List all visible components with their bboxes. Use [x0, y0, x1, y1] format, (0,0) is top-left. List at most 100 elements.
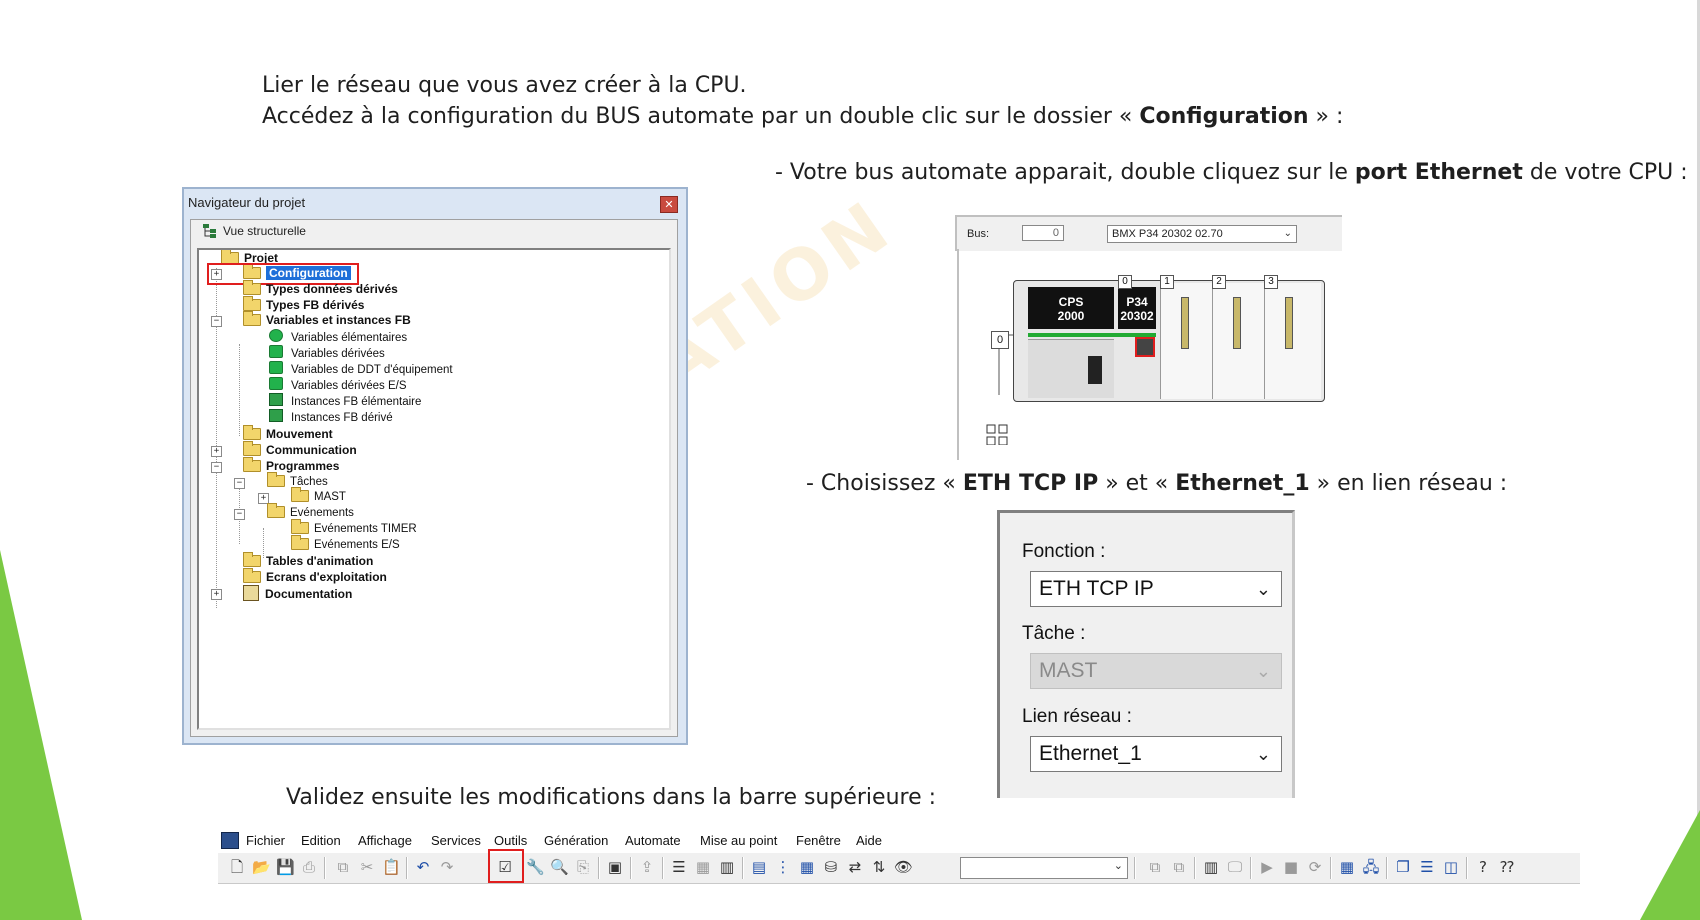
- expand-icon[interactable]: +: [211, 446, 222, 457]
- new-file-icon[interactable]: 🗋: [228, 858, 246, 876]
- menu-services[interactable]: Services: [431, 833, 481, 848]
- structural-view-tab[interactable]: Vue structurelle: [203, 224, 306, 238]
- toolbar-separator: [1134, 857, 1136, 879]
- open-folder-icon[interactable]: 📂: [252, 858, 271, 876]
- help-icon[interactable]: ?: [1474, 858, 1492, 876]
- tree-item-instances-elementaire[interactable]: Instances FB élémentaire: [269, 393, 421, 409]
- expand-icon[interactable]: +: [211, 589, 222, 600]
- undo-icon[interactable]: ↶: [414, 858, 432, 876]
- io-slot-1[interactable]: [1160, 283, 1213, 399]
- network-icon[interactable]: ⧉: [1146, 858, 1164, 876]
- slot-number: 3: [1264, 275, 1278, 289]
- tree-item-programmes[interactable]: Programmes: [243, 457, 339, 474]
- toolbar-separator: [1194, 857, 1196, 879]
- bus-toolbar: Bus: 0 BMX P34 20302 02.70 ⌄: [955, 215, 1342, 251]
- ethernet-port[interactable]: [1135, 337, 1155, 357]
- toolbar-combobox[interactable]: ⌄: [960, 857, 1128, 879]
- power-supply-module[interactable]: CPS 2000: [1028, 287, 1114, 329]
- print-icon[interactable]: ⎙: [300, 858, 318, 876]
- network2-icon[interactable]: ⧉: [1170, 858, 1188, 876]
- close-icon[interactable]: ✕: [660, 196, 678, 213]
- tree-item-evenements-es[interactable]: Evénements E/S: [291, 535, 400, 553]
- connect-icon[interactable]: ⇄: [846, 858, 864, 876]
- collapse-icon[interactable]: −: [211, 462, 222, 473]
- fonction-select[interactable]: ETH TCP IP ⌄: [1030, 571, 1282, 607]
- collapse-icon[interactable]: −: [211, 316, 222, 327]
- tree-item-variables[interactable]: Variables et instances FB: [243, 311, 411, 328]
- cpu-module[interactable]: P34 20302: [1118, 287, 1156, 329]
- tree-item-label: Variables et instances FB: [266, 313, 411, 327]
- tree-item-evenements-timer[interactable]: Evénements TIMER: [291, 519, 417, 537]
- tree-item-mast[interactable]: MAST: [291, 487, 346, 505]
- save-icon[interactable]: 💾: [276, 858, 295, 876]
- processor-select[interactable]: BMX P34 20302 02.70 ⌄: [1107, 225, 1297, 243]
- lien-reseau-select[interactable]: Ethernet_1 ⌄: [1030, 736, 1282, 772]
- monitor-icon[interactable]: 🖵: [1226, 858, 1244, 876]
- tree-item-variables-derivees[interactable]: Variables dérivées: [269, 345, 385, 361]
- screen-icon[interactable]: ▣: [606, 858, 624, 876]
- menu-fichier[interactable]: Fichier: [246, 833, 285, 848]
- run-icon[interactable]: ▶: [1258, 858, 1276, 876]
- refresh-icon[interactable]: ⟳: [1306, 858, 1324, 876]
- folder-open-icon: [243, 311, 261, 326]
- slot-number: 1: [1160, 275, 1174, 289]
- replace-icon[interactable]: ⎘: [574, 858, 592, 876]
- cut-icon[interactable]: ✂: [358, 858, 376, 876]
- simulation-icon[interactable]: ▦: [1338, 858, 1356, 876]
- tree-item-instances-derive[interactable]: Instances FB dérivé: [269, 409, 393, 425]
- database-icon[interactable]: ⛁: [822, 858, 840, 876]
- collapse-icon[interactable]: −: [234, 478, 245, 489]
- tree-item-variables-ddt[interactable]: Variables de DDT d'équipement: [269, 361, 453, 377]
- module-icon[interactable]: ▥: [1202, 858, 1220, 876]
- paste-icon[interactable]: 📋: [382, 858, 401, 876]
- io-slot-3[interactable]: [1264, 283, 1321, 399]
- cascade-windows-icon[interactable]: ❐: [1394, 858, 1412, 876]
- tree-item-ecrans[interactable]: Ecrans d'exploitation: [243, 568, 387, 585]
- bus-address-box: 0: [991, 331, 1009, 349]
- search-icon[interactable]: 🔍: [550, 858, 569, 876]
- collapse-icon[interactable]: −: [234, 509, 245, 520]
- analyze-icon[interactable]: 🔧: [526, 858, 545, 876]
- menu-affichage[interactable]: Affichage: [358, 833, 412, 848]
- tree-item-types-fb[interactable]: Types FB dérivés: [243, 296, 364, 313]
- copy-icon[interactable]: ⧉: [334, 858, 352, 876]
- window-icon[interactable]: ▤: [750, 858, 768, 876]
- stop-icon[interactable]: ■: [1282, 858, 1300, 876]
- tile-vertical-icon[interactable]: ◫: [1442, 858, 1460, 876]
- context-help-icon[interactable]: ⁇: [1498, 858, 1516, 876]
- io-slot-2[interactable]: [1212, 283, 1265, 399]
- tree-item-documentation[interactable]: Documentation: [243, 585, 352, 601]
- transfer-icon[interactable]: ⇅: [870, 858, 888, 876]
- documentation-icon: [243, 585, 259, 601]
- tree-item-tables-animation[interactable]: Tables d'animation: [243, 552, 373, 569]
- tile-horizontal-icon[interactable]: ☰: [1418, 858, 1436, 876]
- network-function-panel: Fonction : ETH TCP IP ⌄ Tâche : MAST ⌄ Lie…: [997, 510, 1295, 798]
- instruction-bus-post: de votre CPU :: [1522, 160, 1688, 185]
- menu-generation[interactable]: Génération: [544, 833, 608, 848]
- table-icon[interactable]: ▦: [798, 858, 816, 876]
- menu-automate[interactable]: Automate: [625, 833, 681, 848]
- tree-item-mouvement[interactable]: Mouvement: [243, 425, 333, 442]
- tree-item-variables-es[interactable]: Variables dérivées E/S: [269, 377, 406, 393]
- menu-aide[interactable]: Aide: [856, 833, 882, 848]
- tree-icon[interactable]: ⋮: [774, 858, 792, 876]
- binoculars-icon[interactable]: 👁: [894, 858, 913, 876]
- plc-connect-icon[interactable]: 🖧: [1362, 858, 1380, 876]
- redo-icon[interactable]: ↷: [438, 858, 456, 876]
- tree-item-communication[interactable]: Communication: [243, 441, 357, 458]
- ruler-icon[interactable]: ▥: [718, 858, 736, 876]
- menu-fenetre[interactable]: Fenêtre: [796, 833, 841, 848]
- tree-item-evenements[interactable]: Evénements: [267, 503, 354, 521]
- bus-number-field[interactable]: 0: [1022, 225, 1064, 241]
- plc-rack[interactable]: CPS 2000 P34 20302 0 1 2 3: [1013, 275, 1325, 402]
- tree-item-types-donnees[interactable]: Types données dérivés: [243, 280, 398, 297]
- menu-outils[interactable]: Outils: [494, 833, 527, 848]
- export-icon[interactable]: ⇪: [638, 858, 656, 876]
- grid-icon[interactable]: ▦: [694, 858, 712, 876]
- app-icon[interactable]: [221, 832, 239, 849]
- menu-mise-au-point[interactable]: Mise au point: [700, 833, 777, 848]
- toolbar-separator: [1250, 857, 1252, 879]
- tree-item-variables-elementaires[interactable]: Variables élémentaires: [269, 329, 407, 345]
- stack-icon[interactable]: ☰: [670, 858, 688, 876]
- menu-edition[interactable]: Edition: [301, 833, 341, 848]
